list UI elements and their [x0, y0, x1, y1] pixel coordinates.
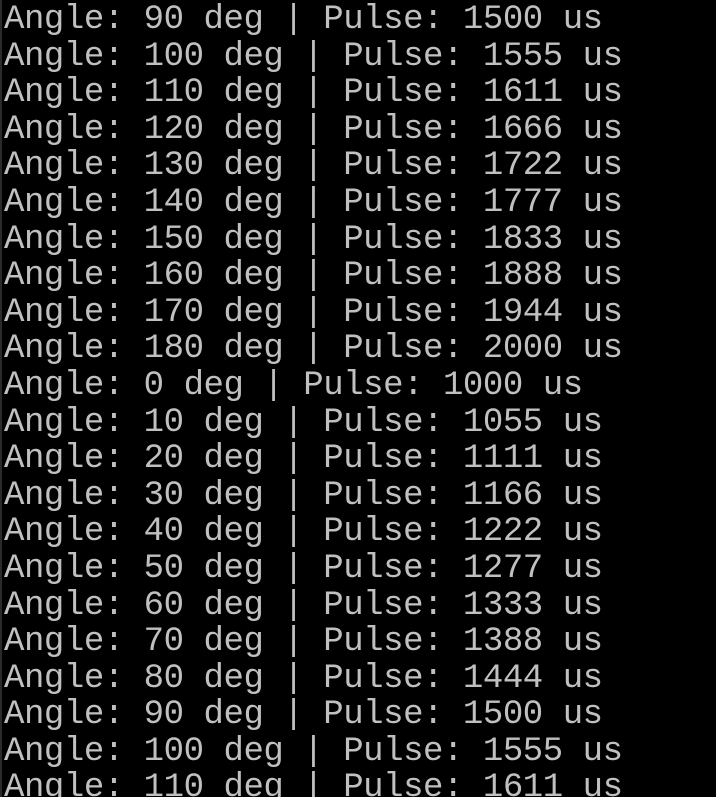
console-line: Angle: 70 deg | Pulse: 1388 us	[4, 623, 603, 662]
console-line: Angle: 80 deg | Pulse: 1444 us	[4, 659, 603, 698]
console-line: Angle: 0 deg | Pulse: 1000 us	[4, 366, 583, 405]
console-line: Angle: 100 deg | Pulse: 1555 us	[4, 732, 623, 771]
console-line: Angle: 160 deg | Pulse: 1888 us	[4, 257, 623, 296]
console-line: Angle: 130 deg | Pulse: 1722 us	[4, 147, 623, 186]
console-line: Angle: 120 deg | Pulse: 1666 us	[4, 110, 623, 149]
console-line: Angle: 30 deg | Pulse: 1166 us	[4, 476, 603, 515]
console-line: Angle: 110 deg | Pulse: 1611 us	[4, 74, 623, 113]
console-line: Angle: 140 deg | Pulse: 1777 us	[4, 183, 623, 222]
terminal-left-border	[0, 0, 2, 797]
console-line: Angle: 50 deg | Pulse: 1277 us	[4, 549, 603, 588]
serial-monitor-output[interactable]: Angle: 90 deg | Pulse: 1500 us Angle: 10…	[0, 0, 716, 797]
console-line: Angle: 60 deg | Pulse: 1333 us	[4, 586, 603, 625]
console-line: Angle: 100 deg | Pulse: 1555 us	[4, 37, 623, 76]
console-line: Angle: 10 deg | Pulse: 1055 us	[4, 403, 603, 442]
console-line-list: Angle: 90 deg | Pulse: 1500 us Angle: 10…	[0, 2, 716, 797]
console-line: Angle: 90 deg | Pulse: 1500 us	[4, 696, 603, 735]
console-line: Angle: 170 deg | Pulse: 1944 us	[4, 293, 623, 332]
console-line: Angle: 40 deg | Pulse: 1222 us	[4, 513, 603, 552]
console-line: Angle: 20 deg | Pulse: 1111 us	[4, 440, 603, 479]
console-line: Angle: 110 deg | Pulse: 1611 us	[4, 769, 623, 797]
console-line: Angle: 150 deg | Pulse: 1833 us	[4, 220, 623, 259]
console-line: Angle: 180 deg | Pulse: 2000 us	[4, 330, 623, 369]
console-line: Angle: 90 deg | Pulse: 1500 us	[4, 1, 603, 39]
